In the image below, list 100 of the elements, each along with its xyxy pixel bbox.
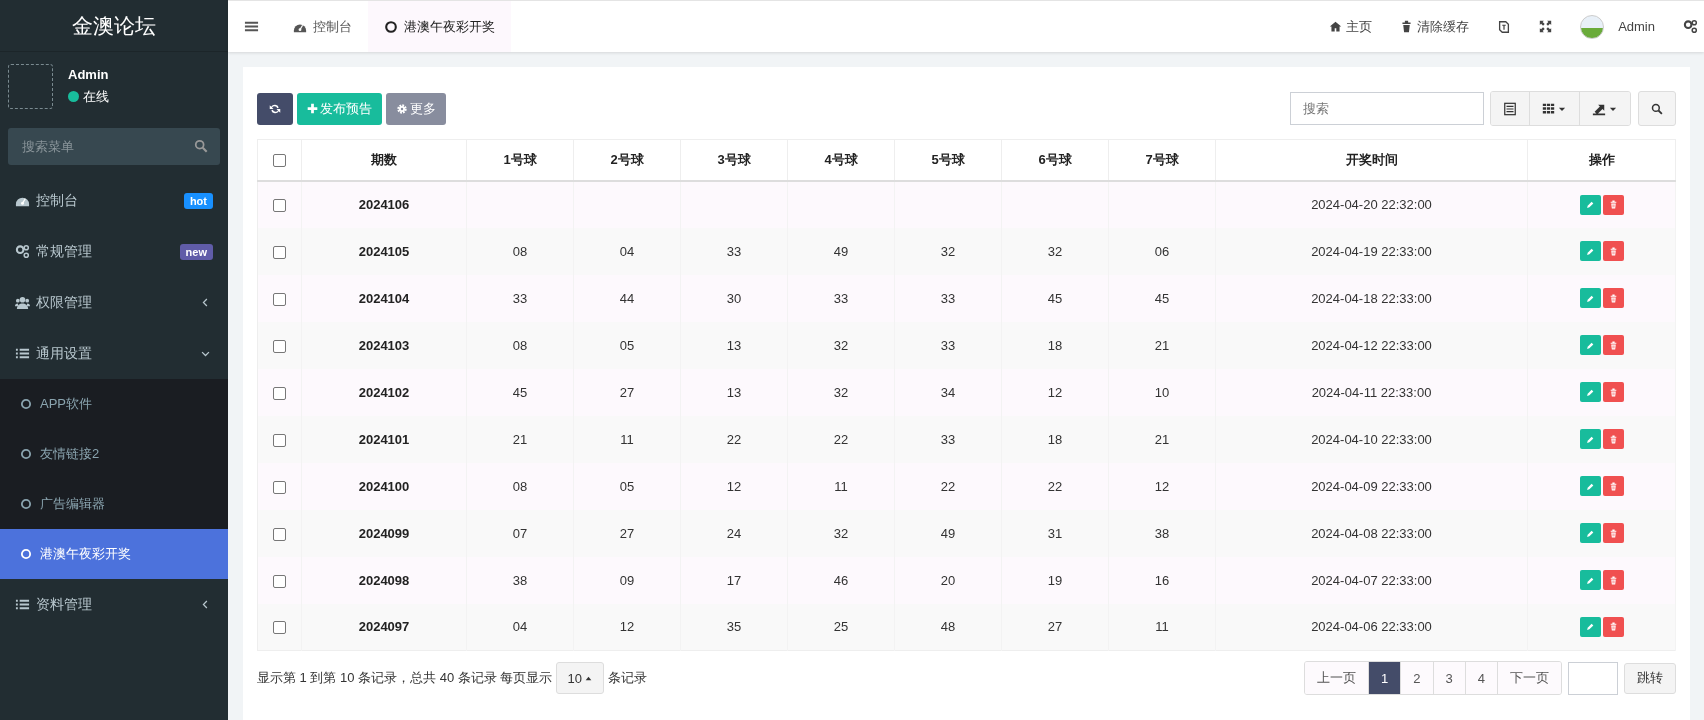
page-link[interactable]: 3	[1433, 662, 1466, 694]
nav-link[interactable]: 主页	[1329, 17, 1373, 36]
page-size-dropdown[interactable]: 10	[556, 662, 604, 694]
tab[interactable]: 控制台	[277, 1, 368, 52]
jump-button[interactable]: 跳转	[1624, 662, 1676, 694]
home-icon	[1329, 20, 1343, 33]
menu-badge: hot	[183, 192, 213, 209]
delete-button[interactable]	[1602, 429, 1624, 449]
next-page-link[interactable]: 下一页	[1498, 662, 1561, 694]
table-cell: 33	[726, 243, 742, 259]
delete-button[interactable]	[1602, 616, 1624, 637]
table-cell: 2024-04-20 22:32:00	[1311, 197, 1432, 212]
column-header: 1号球	[466, 139, 574, 181]
pencil-icon	[1585, 481, 1595, 491]
refresh-button[interactable]	[257, 92, 293, 125]
columns-button[interactable]	[1530, 92, 1580, 125]
table-cell: 32	[940, 243, 956, 259]
pencil-icon	[1585, 200, 1595, 209]
checkbox[interactable]	[273, 292, 286, 306]
submenu-item[interactable]: 友情链接2	[0, 429, 228, 479]
search-field[interactable]: 搜索	[1290, 92, 1484, 125]
delete-button[interactable]	[1602, 241, 1624, 261]
table-cell: 2024-04-09 22:33:00	[1311, 478, 1432, 494]
checkbox[interactable]	[273, 199, 286, 213]
edit-button[interactable]	[1579, 616, 1601, 637]
delete-button[interactable]	[1602, 288, 1624, 308]
page-link[interactable]: 4	[1465, 662, 1498, 694]
menu-item[interactable]: 常规管理 new	[0, 226, 228, 277]
checkbox[interactable]	[273, 433, 286, 447]
menu-icon[interactable]	[244, 19, 259, 34]
edit-button[interactable]	[1579, 194, 1601, 215]
delete-button[interactable]	[1602, 523, 1624, 543]
edit-button[interactable]	[1579, 335, 1601, 355]
submenu-item[interactable]: APP软件	[0, 379, 228, 429]
prev-page-link[interactable]: 上一页	[1305, 662, 1370, 694]
edit-button[interactable]	[1579, 429, 1601, 449]
table-cell: 08	[512, 243, 528, 259]
search-icon	[1651, 101, 1663, 116]
menu-item[interactable]: 资料管理	[0, 579, 228, 630]
page-link[interactable]: 2	[1401, 662, 1434, 694]
edit-button[interactable]	[1579, 288, 1601, 308]
submenu-item[interactable]: 港澳午夜彩开奖	[0, 529, 228, 579]
edit-button[interactable]	[1579, 570, 1601, 590]
menu-item[interactable]: 权限管理	[0, 277, 228, 328]
broken-image-icon	[1580, 14, 1605, 39]
trash-icon	[1608, 293, 1618, 303]
menu-item[interactable]: 控制台 hot	[0, 175, 228, 226]
circle-icon	[20, 548, 32, 560]
table-cell: 2024106	[358, 197, 410, 212]
page-link[interactable]: 1	[1369, 662, 1402, 694]
table-cell: 31	[1047, 525, 1063, 541]
table-cell: 17	[726, 572, 742, 588]
table-cell: 19	[1047, 572, 1063, 588]
nav-link[interactable]: 清除缓存	[1400, 17, 1470, 36]
pencil-icon	[1585, 575, 1595, 585]
table-cell: 04	[619, 243, 635, 259]
checkbox[interactable]	[273, 574, 286, 588]
circle-icon	[20, 398, 32, 410]
export-button[interactable]	[1580, 92, 1630, 125]
delete-button[interactable]	[1602, 570, 1624, 590]
checkbox[interactable]	[273, 621, 286, 635]
trash-icon	[1608, 340, 1618, 350]
checkbox[interactable]	[273, 386, 286, 400]
checkbox[interactable]	[273, 245, 286, 259]
delete-button[interactable]	[1602, 382, 1624, 402]
gears-icon[interactable]	[1683, 19, 1698, 34]
table-cell: 22	[1047, 478, 1063, 494]
menu-badge: new	[179, 243, 213, 260]
submenu-item[interactable]: 广告编辑器	[0, 479, 228, 529]
table-cell: 11	[620, 431, 634, 447]
edit-button[interactable]	[1579, 382, 1601, 402]
delete-button[interactable]	[1602, 194, 1624, 215]
table-cell: 13	[726, 337, 742, 353]
delete-button[interactable]	[1602, 335, 1624, 355]
online-dot	[68, 91, 79, 102]
tab[interactable]: 港澳午夜彩开奖	[368, 1, 511, 52]
table-cell: 24	[726, 525, 742, 541]
table-cell: 49	[940, 525, 956, 541]
table-cell: 22	[940, 478, 956, 494]
translate-icon[interactable]	[1497, 19, 1512, 34]
edit-button[interactable]	[1579, 476, 1601, 496]
edit-button[interactable]	[1579, 523, 1601, 543]
user-menu[interactable]: Admin	[1580, 14, 1655, 39]
toggle-view-button[interactable]	[1491, 92, 1530, 125]
column-header: 7号球	[1108, 139, 1216, 181]
menu-search-field[interactable]: 搜索菜单	[8, 128, 220, 165]
table-cell: 12	[726, 478, 742, 494]
page-number-field[interactable]	[1568, 661, 1618, 695]
edit-button[interactable]	[1579, 241, 1601, 261]
status-text: 在线	[83, 87, 109, 106]
checkbox[interactable]	[273, 339, 286, 353]
checkbox[interactable]	[273, 527, 286, 541]
checkbox[interactable]	[273, 480, 286, 494]
delete-button[interactable]	[1602, 476, 1624, 496]
checkbox[interactable]	[273, 154, 286, 168]
fullscreen-icon[interactable]	[1539, 20, 1553, 33]
table-cell: 2024105	[358, 243, 410, 259]
search-button[interactable]	[1638, 91, 1676, 126]
table-cell: 12	[619, 619, 635, 635]
menu-item[interactable]: 通用设置	[0, 328, 228, 379]
